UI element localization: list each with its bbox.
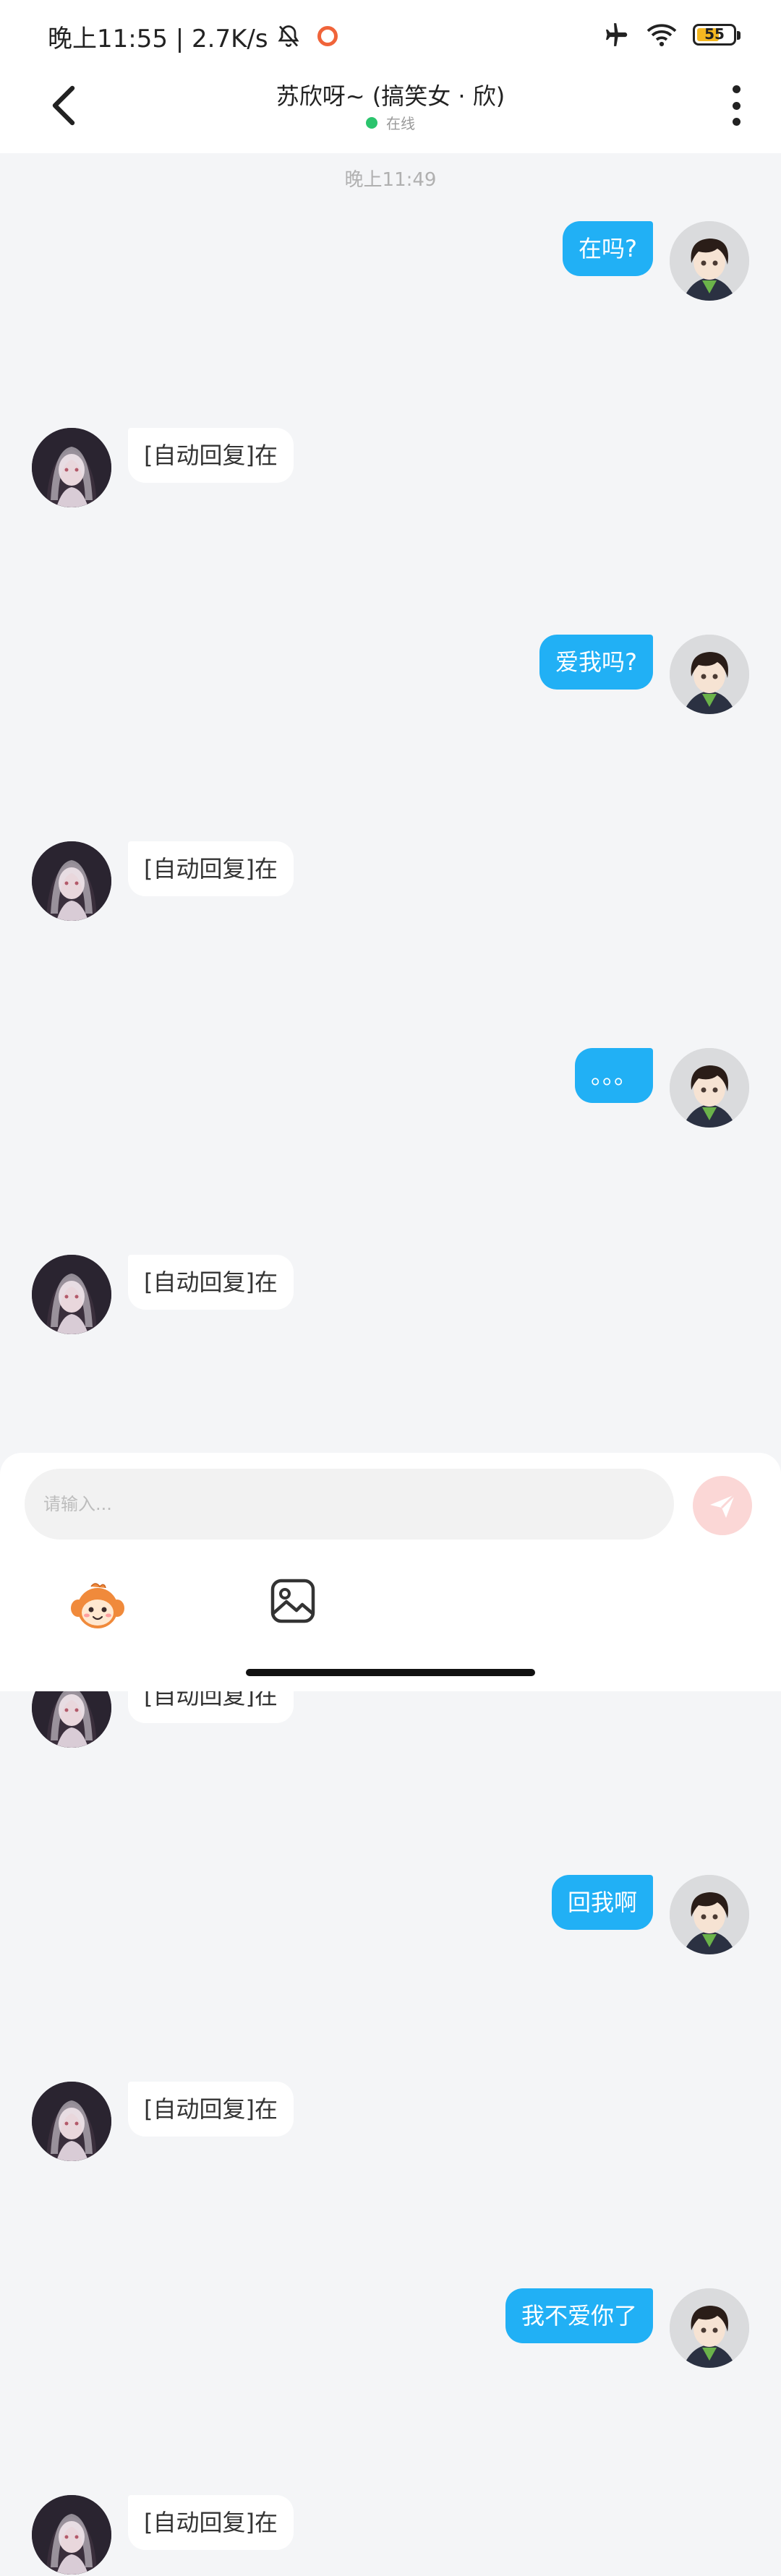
online-status: 在线 bbox=[0, 112, 781, 133]
status-time-speed: 晚上11:55 | 2.7K/s bbox=[48, 24, 268, 53]
bell-muted-icon bbox=[278, 25, 299, 47]
self-avatar[interactable] bbox=[670, 2288, 749, 2368]
sent-message-bubble[interactable]: 。。。 bbox=[574, 1048, 653, 1103]
more-dot bbox=[732, 85, 741, 93]
message-row-sent: 我不爱你了 bbox=[0, 2288, 781, 2369]
more-dot bbox=[732, 101, 741, 110]
sent-message-bubble[interactable]: 我不爱你了 bbox=[505, 2288, 653, 2343]
status-bar-left: 晚上11:55 | 2.7K/s bbox=[48, 20, 338, 53]
self-avatar[interactable] bbox=[670, 221, 749, 301]
contact-avatar[interactable] bbox=[32, 2082, 111, 2161]
wifi-icon bbox=[646, 24, 677, 47]
time-separator: 晚上11:49 bbox=[344, 169, 437, 191]
send-icon bbox=[710, 1493, 736, 1518]
composer bbox=[0, 1453, 781, 1691]
message-row-sent: 爱我吗? bbox=[0, 635, 781, 716]
message-row-received: [自动回复]在 bbox=[0, 428, 781, 509]
sent-message-bubble[interactable]: 回我啊 bbox=[551, 1875, 653, 1930]
sent-message-bubble[interactable]: 爱我吗? bbox=[539, 635, 653, 690]
received-message-bubble[interactable]: [自动回复]在 bbox=[128, 2495, 294, 2550]
status-bar-right: 55 bbox=[603, 19, 741, 51]
contact-avatar[interactable] bbox=[32, 428, 111, 507]
message-row-sent: 。。。 bbox=[0, 1048, 781, 1129]
self-avatar[interactable] bbox=[670, 635, 749, 714]
received-message-bubble[interactable]: [自动回复]在 bbox=[128, 841, 294, 896]
message-row-sent: 回我啊 bbox=[0, 1875, 781, 1956]
message-input[interactable] bbox=[25, 1469, 674, 1540]
airplane-icon bbox=[605, 23, 628, 46]
sent-message-bubble[interactable]: 在吗? bbox=[563, 221, 653, 276]
chat-title: 苏欣呀~ (搞笑女 · 欣) bbox=[276, 82, 505, 110]
received-message-bubble[interactable]: [自动回复]在 bbox=[128, 2082, 294, 2137]
online-dot-icon bbox=[366, 116, 377, 129]
self-avatar[interactable] bbox=[670, 1875, 749, 1954]
battery-tip bbox=[737, 31, 741, 40]
mascot-emoji-icon[interactable] bbox=[69, 1579, 126, 1631]
image-icon[interactable] bbox=[269, 1577, 317, 1625]
battery-indicator: 55 bbox=[693, 24, 741, 46]
home-indicator[interactable] bbox=[246, 1669, 535, 1676]
contact-avatar[interactable] bbox=[32, 841, 111, 921]
top-bar: 晚上11:55 | 2.7K/s 55 苏欣呀~ (搞笑女 · 欣) 在线 bbox=[0, 0, 781, 153]
send-button[interactable] bbox=[693, 1476, 752, 1535]
battery-percent: 55 bbox=[704, 25, 725, 43]
received-message-bubble[interactable]: [自动回复]在 bbox=[128, 1255, 294, 1310]
message-row-received: [自动回复]在 bbox=[0, 2082, 781, 2163]
received-message-bubble[interactable]: [自动回复]在 bbox=[128, 428, 294, 483]
message-row-received: [自动回复]在 bbox=[0, 1255, 781, 1336]
record-indicator-icon bbox=[317, 26, 338, 46]
more-dot bbox=[732, 118, 741, 126]
message-row-sent: 在吗? bbox=[0, 221, 781, 302]
online-status-label: 在线 bbox=[386, 115, 415, 132]
message-row-received: [自动回复]在 bbox=[0, 2495, 781, 2576]
contact-avatar[interactable] bbox=[32, 1255, 111, 1334]
contact-avatar[interactable] bbox=[32, 2495, 111, 2575]
message-row-received: [自动回复]在 bbox=[0, 841, 781, 922]
self-avatar[interactable] bbox=[670, 1048, 749, 1128]
more-vertical-icon[interactable] bbox=[729, 85, 743, 126]
